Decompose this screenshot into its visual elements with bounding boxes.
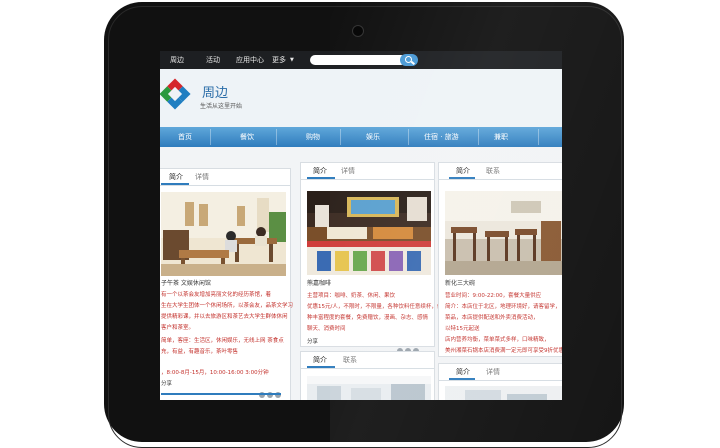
- teahouse-photo[interactable]: [161, 192, 286, 276]
- site-header: 周边 生活从这里开始: [160, 69, 562, 127]
- topnav-item-more[interactable]: 更多: [272, 54, 286, 66]
- site-subtitle: 生活从这里开始: [200, 103, 243, 110]
- tab-details[interactable]: 详情: [486, 367, 500, 377]
- camera-icon: [352, 25, 364, 37]
- nav-dining[interactable]: 餐饮: [240, 131, 254, 143]
- tablet-screen: 周边 活动 应用中心 更多 ▼ 周边 生活从这里开始 首页 餐饮 购物 娱乐 住…: [160, 51, 562, 400]
- tab-intro[interactable]: 简介: [313, 166, 327, 176]
- site-logo[interactable]: [160, 78, 191, 110]
- listing-title[interactable]: 子午茶 文娱休闲馆: [161, 278, 211, 287]
- search-button[interactable]: [400, 54, 418, 66]
- listing-card-restaurant: 简介 联系 新化三大碗 营业时间：9:00-22:00，套餐大量供应 简介：本店…: [438, 162, 562, 357]
- share-label[interactable]: 分享: [161, 379, 172, 387]
- nav-part-time[interactable]: 兼职: [494, 131, 508, 143]
- share-label[interactable]: 分享: [307, 337, 318, 345]
- top-navigation-bar: 周边 活动 应用中心 更多 ▼: [160, 51, 562, 69]
- nav-home[interactable]: 首页: [178, 131, 192, 143]
- main-navigation: 首页 餐饮 购物 娱乐 住宿 · 旅游 兼职: [160, 127, 562, 147]
- tab-intro[interactable]: 简介: [169, 172, 183, 182]
- listing-photo[interactable]: [307, 376, 431, 400]
- nav-lodging-travel[interactable]: 住宿 · 旅游: [424, 131, 459, 143]
- listing-card-teahouse: 简介 详情 子午茶 文娱休闲馆 有一个以茶会友增加亮丽文化的经历茶馆，着 生在大…: [160, 168, 293, 400]
- cafe-photo[interactable]: [307, 191, 431, 275]
- topnav-item-apps[interactable]: 应用中心: [236, 54, 264, 66]
- restaurant-photo[interactable]: [445, 191, 562, 275]
- listing-title[interactable]: 新化三大碗: [445, 278, 475, 287]
- site-title: 周边: [202, 86, 229, 101]
- topnav-item-events[interactable]: 活动: [206, 54, 220, 66]
- listing-card-middle-second: 简介 联系: [300, 351, 435, 400]
- chevron-down-icon[interactable]: ▼: [290, 54, 294, 66]
- listing-card-cafe: 简介 详情 熊嘉咖啡 主营项目：咖啡、奶茶、休闲、果饮 优惠15元/人，不限时，…: [300, 162, 442, 354]
- topnav-item-nearby[interactable]: 周边: [170, 54, 184, 66]
- listing-card-right-second: 简介 详情: [438, 363, 562, 400]
- tab-intro[interactable]: 简介: [456, 166, 470, 176]
- nav-entertainment[interactable]: 娱乐: [366, 131, 380, 143]
- tab-intro[interactable]: 简介: [313, 355, 327, 365]
- tab-details[interactable]: 详情: [195, 172, 209, 182]
- listing-photo[interactable]: [445, 386, 562, 400]
- listing-title[interactable]: 熊嘉咖啡: [307, 278, 331, 287]
- nav-shopping[interactable]: 购物: [306, 131, 320, 143]
- search-input[interactable]: [310, 55, 406, 65]
- tab-intro[interactable]: 简介: [456, 367, 470, 377]
- tab-contact[interactable]: 联系: [486, 166, 500, 176]
- tab-contact[interactable]: 联系: [343, 355, 357, 365]
- tab-details[interactable]: 详情: [341, 166, 355, 176]
